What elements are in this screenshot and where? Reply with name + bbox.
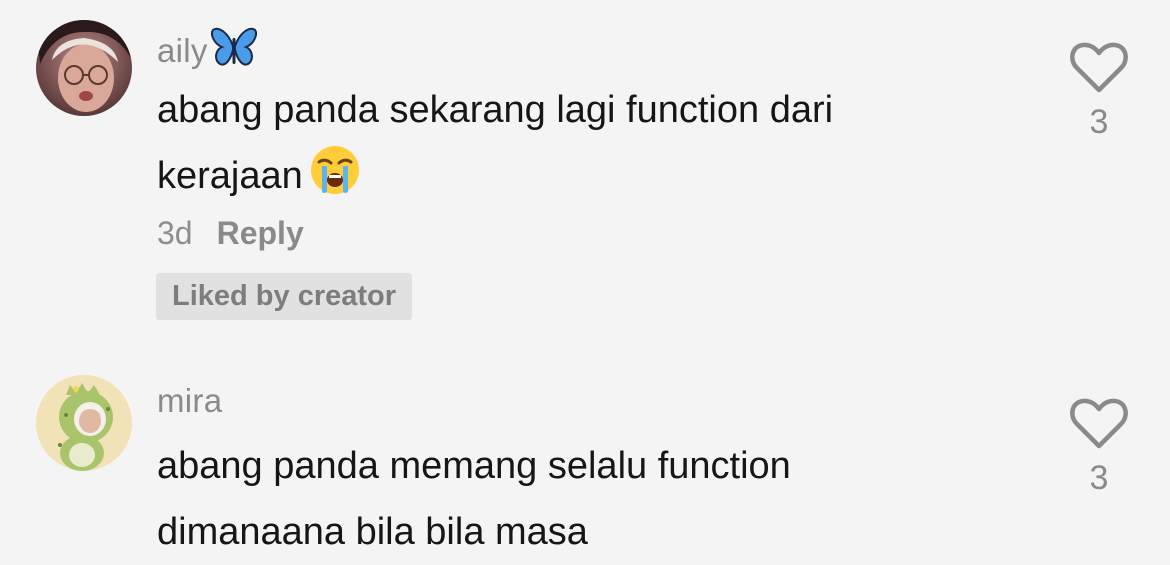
comment-item: aily abang panda sekarang lagi function … — [0, 0, 1170, 340]
like-count: 3 — [1089, 103, 1109, 141]
like-control[interactable]: 3 — [1068, 42, 1130, 142]
comment-meta: 3d Reply — [157, 215, 304, 252]
avatar-photo — [36, 20, 132, 116]
loudly-crying-face-icon — [309, 144, 361, 217]
comment-time: 3d — [157, 215, 193, 251]
comment-username[interactable]: aily — [157, 26, 258, 76]
heart-icon[interactable] — [1070, 398, 1128, 450]
comment-text-line: abang panda memang selalu function — [157, 445, 791, 487]
butterfly-icon — [210, 26, 258, 76]
heart-icon[interactable] — [1070, 42, 1128, 94]
avatar-photo — [36, 375, 132, 471]
avatar[interactable] — [36, 20, 132, 116]
liked-by-creator-badge: Liked by creator — [156, 273, 413, 320]
like-control[interactable]: 3 — [1068, 398, 1130, 498]
comment-text-line: abang panda sekarang lagi function dari — [157, 89, 834, 131]
comment-text-line-2: kerajaan — [157, 143, 1017, 217]
comment-text-line-content: kerajaan — [157, 155, 303, 197]
avatar[interactable] — [36, 375, 132, 471]
comment-text: abang panda memang selalu function diman… — [157, 433, 1017, 565]
comment-item: mira abang panda memang selalu function … — [0, 360, 1170, 564]
comment-text-line-2: dimanaana bila bila masa — [157, 511, 588, 553]
like-count: 3 — [1089, 459, 1109, 497]
username-text: aily — [157, 32, 208, 69]
reply-button[interactable]: Reply — [217, 215, 304, 251]
comment-username[interactable]: mira — [157, 382, 222, 420]
comment-text: abang panda sekarang lagi function dari … — [157, 77, 1017, 217]
